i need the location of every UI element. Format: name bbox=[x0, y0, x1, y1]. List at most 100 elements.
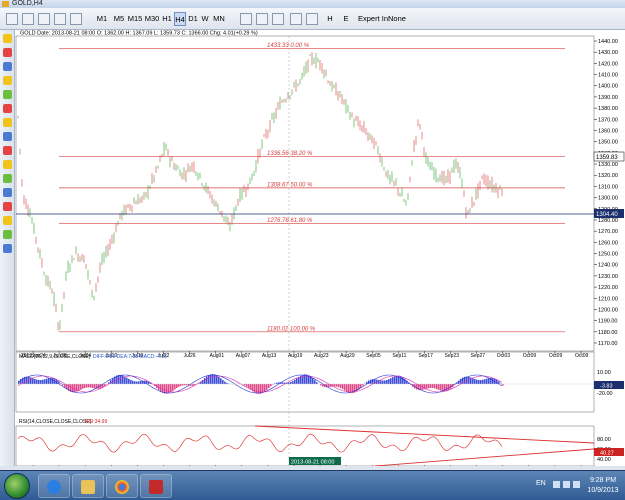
macd-current: -3.83 bbox=[600, 384, 613, 390]
bar-chart-icon[interactable] bbox=[240, 13, 252, 25]
price-axis-label: 1210.00 bbox=[598, 296, 618, 302]
crosshair-icon[interactable] bbox=[70, 13, 82, 25]
timeframe-m5[interactable]: M5 bbox=[112, 12, 126, 26]
label-tool-icon[interactable] bbox=[3, 160, 12, 169]
macd-histogram-bar bbox=[94, 384, 96, 389]
taskbar-trading-app[interactable] bbox=[140, 474, 172, 498]
h-button[interactable]: H bbox=[326, 12, 334, 26]
macd-histogram-bar bbox=[164, 384, 166, 394]
grid-icon[interactable] bbox=[38, 13, 50, 25]
date-axis-label: Sep27 bbox=[471, 353, 486, 359]
date-axis-label: Aug01 bbox=[210, 353, 225, 359]
macd-histogram-bar bbox=[210, 374, 212, 384]
macd-histogram-bar bbox=[42, 379, 44, 384]
rsi-axis-80: 80.00 bbox=[597, 437, 611, 443]
arrow-tool-icon[interactable] bbox=[3, 146, 12, 155]
candlestick-icon[interactable] bbox=[256, 13, 268, 25]
macd-histogram-bar bbox=[134, 381, 136, 384]
price-axis-label: 1250.00 bbox=[598, 252, 618, 258]
macd-histogram-bar bbox=[430, 384, 432, 388]
macd-histogram-bar bbox=[80, 384, 82, 390]
crosshair-tool-icon[interactable] bbox=[3, 48, 12, 57]
taskbar: EN 9:28 PM 10/9/2013 bbox=[0, 470, 625, 500]
timeframe-w[interactable]: W bbox=[200, 12, 210, 26]
macd-histogram-bar bbox=[264, 384, 266, 392]
macd-histogram-bar bbox=[82, 384, 84, 389]
macd-histogram-bar bbox=[36, 379, 38, 384]
macd-histogram-bar bbox=[270, 384, 272, 387]
price-axis-label: 1350.00 bbox=[598, 140, 618, 146]
macd-histogram-bar bbox=[78, 384, 80, 391]
clock[interactable]: 9:28 PM 10/9/2013 bbox=[584, 476, 622, 496]
text-tool-icon[interactable] bbox=[3, 76, 12, 85]
channel-tool-icon[interactable] bbox=[3, 104, 12, 113]
macd-histogram-bar bbox=[384, 380, 386, 384]
macd-histogram-bar bbox=[206, 376, 208, 384]
price-axis-label: 1310.00 bbox=[598, 184, 618, 190]
trendline-tool-icon[interactable] bbox=[3, 62, 12, 71]
taskbar-ie[interactable] bbox=[38, 474, 70, 498]
macd-histogram-bar bbox=[88, 384, 90, 388]
language-indicator[interactable]: EN bbox=[536, 480, 546, 487]
chart-canvas[interactable]: GOLD Date: 2013-08-21 08:00 O: 1362.00 H… bbox=[15, 30, 625, 466]
chart-shift-icon[interactable] bbox=[306, 13, 318, 25]
zoom-in-icon[interactable] bbox=[6, 13, 18, 25]
tray-volume-icon[interactable] bbox=[573, 481, 580, 488]
rectangle-tool-icon[interactable] bbox=[3, 118, 12, 127]
start-button[interactable] bbox=[4, 473, 30, 499]
taskbar-explorer[interactable] bbox=[72, 474, 104, 498]
macd-histogram-bar bbox=[402, 377, 404, 384]
macd-histogram-bar bbox=[162, 384, 164, 393]
tray-flag-icon[interactable] bbox=[563, 481, 570, 488]
macd-histogram-bar bbox=[186, 384, 188, 386]
timeframe-m30[interactable]: M30 bbox=[144, 12, 160, 26]
autoscroll-icon[interactable] bbox=[290, 13, 302, 25]
expert-select[interactable]: None bbox=[388, 12, 406, 26]
taskbar-chrome[interactable] bbox=[106, 474, 138, 498]
timeframe-mn[interactable]: MN bbox=[212, 12, 226, 26]
macd-histogram-bar bbox=[46, 378, 48, 384]
line-chart-icon[interactable] bbox=[272, 13, 284, 25]
macd-histogram-bar bbox=[254, 384, 256, 393]
price-axis-label: 1280.00 bbox=[598, 218, 618, 224]
macd-histogram-bar bbox=[92, 384, 94, 389]
macd-histogram-bar bbox=[100, 384, 102, 389]
timeframe-m1[interactable]: M1 bbox=[96, 12, 108, 26]
chart-window[interactable]: GOLD Date: 2013-08-21 08:00 O: 1362.00 H… bbox=[15, 30, 625, 466]
macd-histogram-bar bbox=[440, 384, 442, 391]
price-axis-label: 1410.00 bbox=[598, 73, 618, 79]
price-axis-label: 1420.00 bbox=[598, 61, 618, 67]
pitchfork-tool-icon[interactable] bbox=[3, 188, 12, 197]
macd-histogram-bar bbox=[388, 379, 390, 384]
timeframe-h1[interactable]: H1 bbox=[161, 12, 173, 26]
zoom-out-icon[interactable] bbox=[22, 13, 34, 25]
folder-icon bbox=[81, 480, 95, 494]
date-axis-label: Sep23 bbox=[445, 353, 460, 359]
price-axis-label: 1240.00 bbox=[598, 263, 618, 269]
tray-network-icon[interactable] bbox=[553, 481, 560, 488]
e-button[interactable]: E bbox=[342, 12, 350, 26]
rsi-axis-40: 40.00 bbox=[597, 457, 611, 463]
macd-histogram-bar bbox=[86, 384, 88, 388]
macd-axis-bottom: -20.00 bbox=[597, 391, 613, 397]
macd-histogram-bar bbox=[74, 384, 76, 393]
macd-histogram-bar bbox=[334, 384, 336, 387]
macd-histogram-bar bbox=[138, 381, 140, 384]
fib-level-label: 1336.56 38.20 % bbox=[267, 151, 313, 157]
cursor-tool-icon[interactable] bbox=[3, 34, 12, 43]
macd-histogram-bar bbox=[420, 384, 422, 391]
cycle-tool-icon[interactable] bbox=[3, 202, 12, 211]
timeframe-d1[interactable]: D1 bbox=[187, 12, 199, 26]
hline-tool-icon[interactable] bbox=[3, 216, 12, 225]
timeframe-m15[interactable]: M15 bbox=[127, 12, 143, 26]
fibonacci-tool-icon[interactable] bbox=[3, 90, 12, 99]
vline-tool-icon[interactable] bbox=[3, 230, 12, 239]
clock-time: 9:28 PM bbox=[589, 477, 617, 484]
eraser-tool-icon[interactable] bbox=[3, 244, 12, 253]
ellipse-tool-icon[interactable] bbox=[3, 132, 12, 141]
properties-icon[interactable] bbox=[54, 13, 66, 25]
timeframe-h4[interactable]: H4 bbox=[174, 12, 186, 26]
gann-tool-icon[interactable] bbox=[3, 174, 12, 183]
macd-histogram-bar bbox=[126, 377, 128, 384]
current-price-label: 1304.40 bbox=[596, 212, 618, 218]
